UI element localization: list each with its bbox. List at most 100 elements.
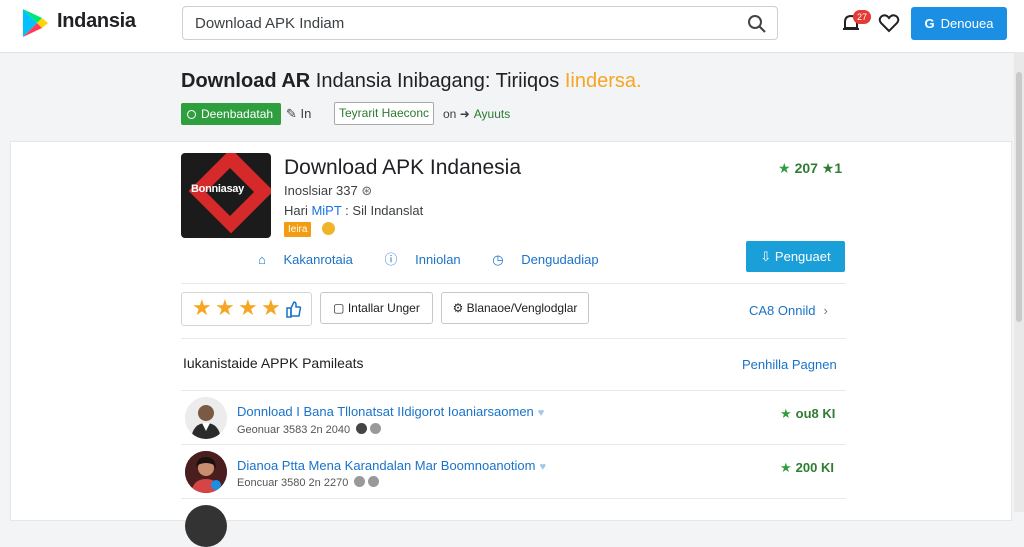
chevron-right-icon: › <box>823 303 828 318</box>
review-meta: Geonuar 3583 2n 2040 <box>237 423 382 436</box>
app-developer-label: Inoslsiar 337 <box>284 183 358 198</box>
star-icon[interactable]: ★ <box>261 297 281 319</box>
page-title-highlight: Iindersa. <box>564 70 642 92</box>
more-link[interactable]: CA8 Onnild › <box>749 303 828 318</box>
share-icon: ⚙ <box>452 301 467 315</box>
arrow-icon: ➜ <box>459 107 470 121</box>
app-title: Download APK Indanesia <box>284 156 521 179</box>
verified-icon: ♥ <box>539 461 546 473</box>
heart-icon[interactable] <box>878 12 900 34</box>
star-icon: ★ <box>778 160 791 176</box>
breadcrumb-link[interactable]: on ➜ Ayuuts <box>443 107 510 121</box>
share-button[interactable]: ⚙ Blanaoe/Venglodglar <box>441 292 589 324</box>
star-icon: ★ <box>780 460 792 475</box>
page-title: Download AR Indansia Inibagang: Tiriiqos… <box>181 70 642 93</box>
top-bar: Indansia Download APK Indiam 27 G Denouea <box>0 0 1024 53</box>
scrollbar[interactable] <box>1014 52 1024 512</box>
review-rating: ★ ou8 KI <box>780 406 835 422</box>
app-developer: Inoslsiar 337 ⊛ <box>284 183 372 199</box>
app-rating-value: 207 ★1 <box>794 160 843 176</box>
square-icon: ▢ <box>333 301 348 315</box>
review-title-label: Dianoa Ptta Mena Karandalan Mar Boomnoan… <box>237 458 536 473</box>
more-link-label: CA8 Onnild <box>749 303 816 318</box>
divider <box>181 498 846 499</box>
review-rating-value: 200 KI <box>795 460 834 475</box>
install-later-label: Intallar Unger <box>347 301 420 315</box>
install-later-button[interactable]: ▢ Intallar Unger <box>320 292 433 324</box>
play-store-logo-icon[interactable] <box>20 8 50 38</box>
globe-icon <box>368 476 380 487</box>
search-bar[interactable]: Download APK Indiam <box>182 6 778 40</box>
verified-icon: ♥ <box>537 407 545 419</box>
review-title[interactable]: Dianoa Ptta Mena Karandalan Mar Boomnoan… <box>237 458 546 473</box>
avatar-image <box>185 451 227 493</box>
link-download-label: Dengudadiap <box>521 252 599 267</box>
link-info[interactable]: ⓘ Inniolan <box>384 252 474 267</box>
search-input[interactable]: Download APK Indiam <box>195 15 344 32</box>
scrollbar-thumb[interactable] <box>1016 72 1022 322</box>
pen-icon: ✎ <box>286 106 301 121</box>
thumbs-up-icon[interactable] <box>286 300 302 318</box>
app-icon[interactable]: Bonniasay <box>181 153 271 238</box>
app-meta-suffix: : Sil Indanslat <box>341 203 424 218</box>
divider <box>181 338 846 339</box>
divider <box>181 390 846 391</box>
star-icon[interactable]: ★ <box>238 297 258 319</box>
install-button-label: Penguaet <box>774 249 831 264</box>
info-link-icon: ⓘ <box>384 252 402 267</box>
google-icon: G <box>924 16 935 31</box>
globe-icon <box>370 423 382 434</box>
app-meta: Hari MiPT : Sil Indanslat <box>284 203 423 218</box>
avatar-image <box>185 397 227 439</box>
link-download[interactable]: ◷ Dengudadiap <box>492 252 612 267</box>
header-action-label: Denouea <box>940 16 994 31</box>
app-links: ⌂ Kakanrotaia ⓘ Inniolan ◷ Dengudadiap <box>258 249 627 268</box>
breadcrumb[interactable]: ✎ In <box>286 106 311 122</box>
divider <box>181 283 846 284</box>
review-rating: ★ 200 KI <box>780 460 834 476</box>
link-info-label: Inniolan <box>415 252 461 267</box>
star-icon: ★ <box>780 406 792 421</box>
review-rating-value: ou8 KI <box>795 406 836 421</box>
app-rating: ★ 207 ★1 <box>778 160 842 177</box>
rating-stars[interactable]: ★ ★ ★ ★ <box>181 292 312 326</box>
link-category-label: Kakanrotaia <box>283 252 353 267</box>
share-label: Blanaoe/Venglodglar <box>466 301 578 315</box>
star-icon[interactable]: ★ <box>192 297 212 319</box>
section-link[interactable]: Penhilla Pagnen <box>742 357 837 372</box>
user-icon <box>356 423 368 434</box>
notification-badge: 27 <box>853 10 871 24</box>
avatar[interactable] <box>185 397 227 439</box>
clock-icon: ◷ <box>492 252 508 267</box>
page-title-rest: Indansia Inibagang: Tiriiqos <box>310 70 565 92</box>
divider <box>181 444 846 445</box>
install-button[interactable]: ⇩ Penguaet <box>746 241 845 272</box>
breadcrumb-link-label: Ayuuts <box>473 107 511 121</box>
star-icon[interactable]: ★ <box>215 297 235 319</box>
info-icon: ⊛ <box>361 183 373 198</box>
category-chip-label: Deenbadatah <box>201 107 274 121</box>
review-title[interactable]: Donnload I Bana Tllonatsat IIdigorot Ioa… <box>237 404 544 419</box>
header-action-button[interactable]: G Denouea <box>911 7 1007 40</box>
app-meta-highlight: MiPT <box>311 203 342 218</box>
brand-name[interactable]: Indansia <box>57 10 136 33</box>
home-icon: ⌂ <box>258 252 270 267</box>
category-chip[interactable]: Deenbadatah <box>181 103 282 125</box>
breadcrumb-label: In <box>300 106 312 121</box>
user-icon <box>354 476 366 487</box>
section-title: Iukanistaide APPK Pamileats <box>183 355 364 371</box>
download-icon: ⇩ <box>760 249 775 264</box>
avatar[interactable] <box>185 505 227 547</box>
breadcrumb-prefix: on <box>443 107 457 121</box>
verified-icon <box>322 222 335 235</box>
app-tag: Ieira <box>284 222 312 237</box>
app-icon-text: Bonniasay <box>191 183 244 195</box>
review-meta-label: Geonuar 3583 2n 2040 <box>237 424 351 436</box>
search-icon[interactable] <box>747 14 767 34</box>
link-category[interactable]: ⌂ Kakanrotaia <box>258 252 367 267</box>
filter-chip[interactable]: Teyrarit Haeconc <box>334 102 434 125</box>
app-meta-prefix: Hari <box>284 203 312 218</box>
check-circle-icon <box>187 110 196 119</box>
review-title-label: Donnload I Bana Tllonatsat IIdigorot Ioa… <box>237 404 534 419</box>
avatar[interactable] <box>185 451 227 493</box>
